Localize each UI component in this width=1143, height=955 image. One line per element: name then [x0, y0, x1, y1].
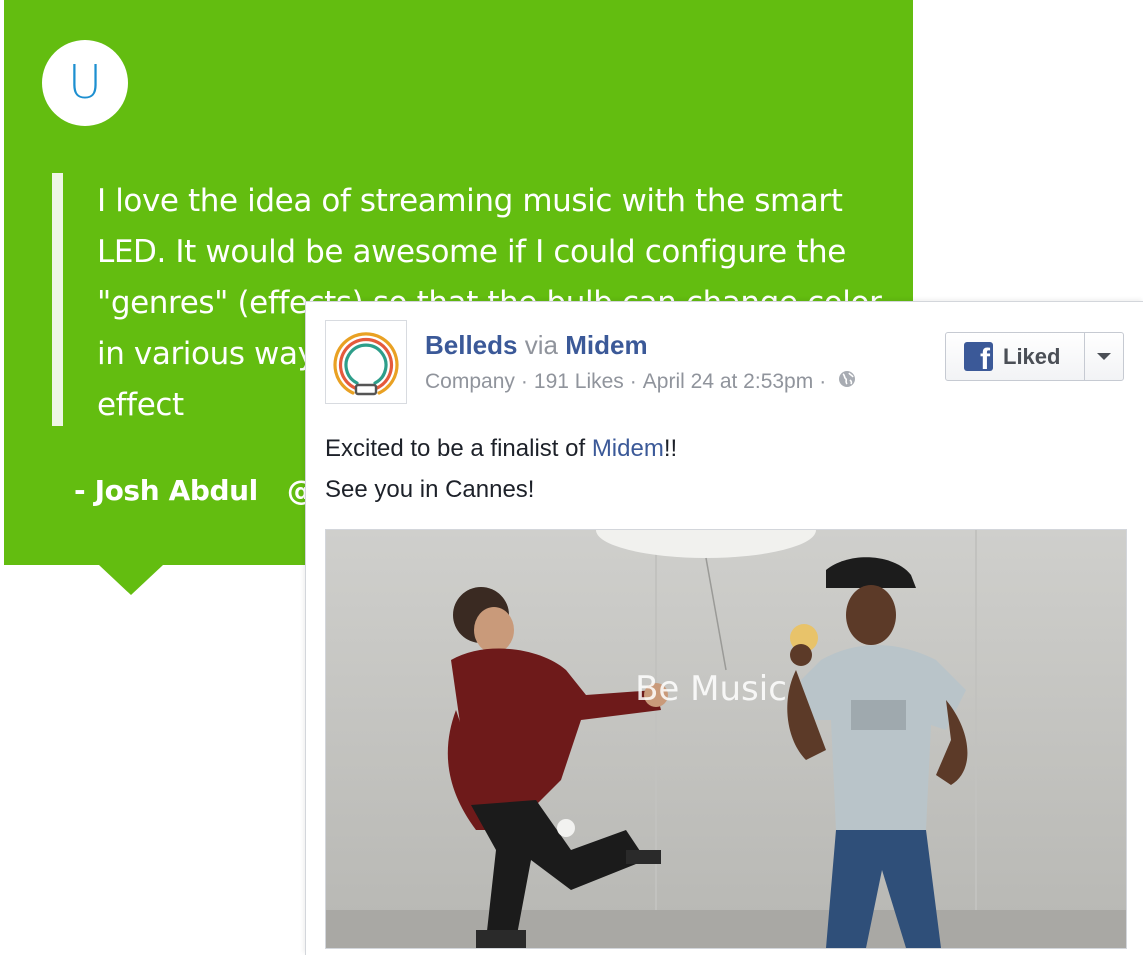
meta-separator: ·: [520, 370, 528, 393]
facebook-post-card: Belleds via Midem Company · 191 Likes · …: [305, 301, 1143, 955]
post-timestamp[interactable]: April 24 at 2:53pm: [643, 370, 813, 394]
facebook-icon: f: [964, 342, 993, 371]
midem-link[interactable]: Midem: [592, 435, 664, 462]
chevron-down-icon: [1097, 352, 1111, 360]
post-text-suffix: !!: [663, 435, 678, 462]
page-logo[interactable]: [325, 320, 407, 404]
quote-bar: [52, 173, 63, 426]
post-meta: Company · 191 Likes · April 24 at 2:53pm…: [425, 370, 856, 394]
testimonial-pointer: [99, 565, 163, 595]
meta-separator: ·: [629, 370, 637, 393]
meta-separator: ·: [819, 370, 827, 393]
liked-button[interactable]: f Liked: [945, 332, 1124, 381]
via-label: via: [524, 330, 558, 360]
post-text-prefix: Excited to be a finalist of: [325, 435, 592, 462]
liked-main[interactable]: f Liked: [946, 333, 1085, 380]
page-likes-count[interactable]: 191 Likes: [534, 370, 624, 394]
post-body: Excited to be a finalist of Midem!! See …: [325, 428, 677, 510]
post-line-1: Excited to be a finalist of Midem!!: [325, 428, 677, 469]
post-photo[interactable]: Be Music: [325, 529, 1127, 949]
user-avatar: U: [42, 40, 128, 126]
page-name-link[interactable]: Belleds: [425, 330, 518, 360]
page-category: Company: [425, 370, 515, 393]
photo-overlay-text: Be Music: [635, 669, 787, 709]
liked-dropdown[interactable]: [1085, 333, 1123, 380]
via-page-link[interactable]: Midem: [565, 330, 647, 360]
post-line-2: See you in Cannes!: [325, 476, 535, 503]
testimonial-author: - Josh Abdul: [74, 474, 258, 507]
avatar-letter: U: [68, 55, 102, 109]
post-header: Belleds via Midem: [425, 330, 648, 361]
liked-label: Liked: [1003, 343, 1061, 369]
globe-icon[interactable]: [838, 370, 856, 394]
